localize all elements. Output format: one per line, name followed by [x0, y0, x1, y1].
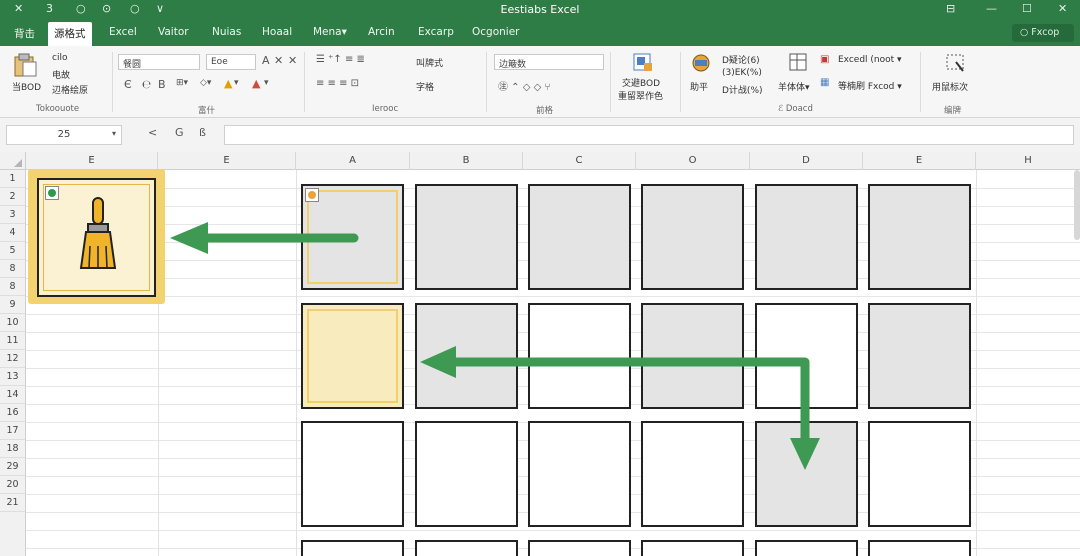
arrow-icon	[420, 346, 820, 470]
copy-button[interactable]: 电故	[52, 68, 70, 81]
insert-label[interactable]: 助平	[690, 80, 708, 93]
title-bar: ✕ 3 ○ ⊙ ○ ∨ Eestiabs Excel ⊟ — ☐ ✕	[0, 0, 1080, 20]
insert-function-button[interactable]: ß	[199, 126, 206, 139]
table-style-label[interactable]: 重留翠作色	[618, 89, 663, 102]
fill-icon[interactable]: ▦	[820, 77, 829, 88]
formula-input[interactable]	[224, 125, 1074, 145]
format-painter-button[interactable]: 辺格绘原	[52, 83, 88, 96]
bold-icon[interactable]: Є	[124, 78, 132, 91]
merge-button[interactable]: 字格	[416, 80, 434, 93]
find-select-icon[interactable]	[944, 52, 966, 74]
ribbon: 当BOD cilo 电故 辺格绘原 Tokoouote 餐圆 Eoe A ✕ ✕…	[0, 46, 1080, 118]
border-icon[interactable]: ⊞▾	[176, 78, 188, 88]
name-box[interactable]: 25	[6, 125, 122, 145]
ribbon-display-icon[interactable]: ⊟	[946, 2, 955, 15]
sum-icon[interactable]: ▣	[820, 54, 829, 65]
tab-mena[interactable]: Mena▾	[313, 26, 347, 38]
fill-color-icon[interactable]: ◇▾	[200, 78, 211, 88]
align-left-icon[interactable]: ≡ ≡ ≡ ⊡	[316, 78, 359, 89]
format-cells-icon[interactable]	[788, 52, 808, 72]
tab-excel[interactable]: Excel	[109, 26, 137, 38]
cells-item-2[interactable]: (3)EK(%)	[722, 68, 762, 78]
font-size-select[interactable]: Eoe	[206, 54, 256, 70]
tab-vaitor[interactable]: Vaitor	[158, 26, 189, 38]
divider	[112, 52, 113, 112]
insert-cells-icon[interactable]	[690, 52, 712, 74]
divider	[486, 52, 487, 112]
paste-icon[interactable]	[12, 52, 38, 78]
underline-icon[interactable]: B	[158, 78, 166, 91]
close-icon[interactable]: ✕	[288, 54, 297, 67]
highlight-icon[interactable]: ▲	[224, 77, 232, 90]
search-box[interactable]: ○ Fxcop	[1012, 24, 1074, 42]
align-top-icon[interactable]: ☰ ⁺↑ ≡ ≣	[316, 54, 365, 65]
divider	[680, 52, 681, 112]
vertical-scrollbar[interactable]	[1074, 170, 1080, 240]
number-format-select[interactable]: 边簸数	[494, 54, 604, 70]
cells-group-label: ℰ Doacd	[778, 104, 813, 114]
conditional-format-icon[interactable]	[632, 52, 654, 74]
font-name-select[interactable]: 餐圆	[118, 54, 200, 70]
ribbon-tabs: 背击 源格式 Excel Vaitor Nuias Hoaal Mena▾ Ar…	[0, 20, 1080, 46]
window-title: Eestiabs Excel	[500, 3, 580, 16]
maximize-button[interactable]: ☐	[1022, 2, 1032, 15]
name-box-dropdown-icon[interactable]: ▾	[112, 129, 116, 138]
tab-home[interactable]: 源格式	[48, 22, 92, 46]
fill-dropdown[interactable]: 等楠刷 Fxcod ▾	[838, 79, 902, 92]
dropdown-icon[interactable]: ▾	[234, 78, 239, 88]
cancel-formula-button[interactable]: <	[148, 126, 157, 139]
worksheet[interactable]: E E A B C O D E H 1 2 3 4 5 8 8 9 10 11 …	[0, 152, 1080, 556]
divider	[304, 52, 305, 112]
cut-button[interactable]: cilo	[52, 53, 67, 63]
clipboard-group-label: Tokoouote	[36, 104, 80, 114]
italic-icon[interactable]: ℮	[142, 78, 151, 91]
tab-arcin[interactable]: Arcin	[368, 26, 395, 38]
close-button[interactable]: ✕	[1058, 2, 1067, 15]
autosum-dropdown[interactable]: Excedl (noot ▾	[838, 55, 902, 65]
cells-item-1[interactable]: D疑论(6)	[722, 53, 760, 66]
tab-excarp[interactable]: Excarp	[418, 26, 454, 38]
cells-item-3[interactable]: D计战(%)	[722, 83, 763, 96]
paste-label[interactable]: 当BOD	[12, 80, 41, 93]
wrap-text-button[interactable]: 叫牌式	[416, 56, 443, 69]
alignment-group-label: Ierooc	[372, 104, 399, 114]
enter-formula-button[interactable]: G	[175, 126, 184, 139]
format-label[interactable]: 羊体体▾	[778, 80, 810, 93]
font-color-icon[interactable]: ▲	[252, 77, 260, 90]
tab-hoaal[interactable]: Hoaal	[262, 26, 292, 38]
increase-font-icon[interactable]: A	[262, 54, 270, 67]
percent-icon[interactable]: ㊟ ⌃ ◇ ◇ ⑂	[498, 78, 550, 93]
minimize-button[interactable]: —	[986, 2, 997, 15]
tab-ocgonier[interactable]: Ocgonier	[472, 26, 519, 38]
tab-nuias[interactable]: Nuias	[212, 26, 241, 38]
excel-window: ✕ 3 ○ ⊙ ○ ∨ Eestiabs Excel ⊟ — ☐ ✕ 背击 源格…	[0, 0, 1080, 556]
arrow-overlay	[170, 222, 820, 470]
divider	[610, 52, 611, 112]
tab-file[interactable]: 背击	[14, 26, 35, 41]
font-group-label: 富什	[198, 106, 216, 116]
editing-label[interactable]: 用鼠标次	[932, 80, 968, 93]
dropdown-icon[interactable]: ▾	[264, 78, 269, 88]
arrow-icon	[170, 222, 359, 254]
editing-group-label: 编牌	[944, 106, 962, 116]
formula-bar: 25 ▾ < G ß	[0, 118, 1080, 152]
divider	[920, 52, 921, 112]
clear-icon[interactable]: ✕	[274, 54, 283, 67]
number-group-label: 前格	[536, 106, 554, 116]
cond-format-label[interactable]: 交避BOD	[622, 76, 660, 89]
